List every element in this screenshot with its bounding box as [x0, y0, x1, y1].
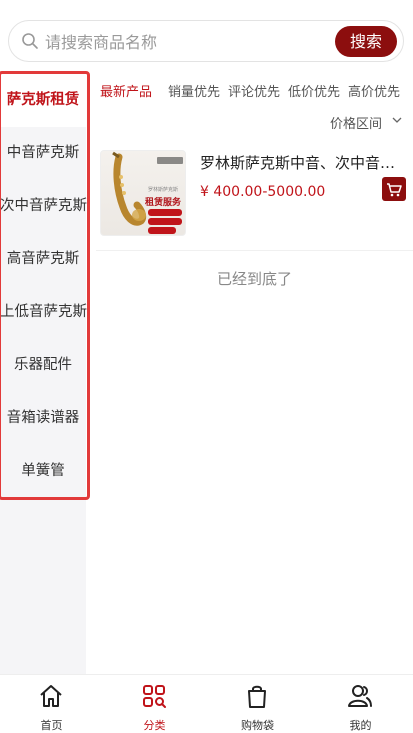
sidebar-item-soprano-sax[interactable]: 高音萨克斯 — [0, 233, 86, 286]
brand-logo — [157, 157, 183, 164]
search-button[interactable]: 搜索 — [335, 26, 397, 57]
image-tag — [148, 218, 182, 225]
sort-tab-newest[interactable]: 最新产品 — [100, 81, 152, 100]
shopping-bag-icon — [248, 685, 266, 708]
sidebar-item-label: 上低音萨克斯 — [0, 304, 87, 320]
search-bar: 搜索 — [8, 20, 404, 62]
profile-icon — [348, 685, 372, 707]
tab-category[interactable]: 分类 — [103, 675, 206, 732]
image-tag — [148, 209, 182, 216]
sidebar-item-alto-sax[interactable]: 中音萨克斯 — [0, 127, 86, 180]
sort-tab-sales[interactable]: 销量优先 — [168, 81, 220, 100]
product-card[interactable]: 罗林斯萨克斯 租赁服务 罗林斯萨克斯中音、次中音、高音萨克斯租赁 ¥ 400.0… — [96, 144, 409, 244]
sidebar-item-accessories[interactable]: 乐器配件 — [0, 339, 86, 392]
tab-label: 购物袋 — [241, 719, 274, 732]
home-icon — [40, 685, 62, 707]
divider — [96, 250, 413, 251]
sidebar-item-label: 乐器配件 — [14, 357, 72, 373]
search-icon — [22, 33, 38, 49]
add-to-cart-button[interactable] — [382, 177, 406, 201]
product-price: ¥ 400.00-5000.00 — [200, 184, 326, 200]
tab-home[interactable]: 首页 — [0, 675, 103, 732]
sort-tab-reviews[interactable]: 评论优先 — [228, 81, 280, 100]
tab-label: 首页 — [40, 719, 63, 732]
tab-shopping-bag[interactable]: 购物袋 — [206, 675, 309, 732]
product-image: 罗林斯萨克斯 租赁服务 — [100, 150, 186, 236]
image-subtext: 罗林斯萨克斯 — [148, 187, 179, 193]
sidebar-item-label: 萨克斯租赁 — [6, 92, 80, 108]
sidebar-item-tenor-sax[interactable]: 次中音萨克斯 — [0, 180, 87, 233]
sidebar-item-label: 单簧管 — [21, 463, 65, 479]
search-input[interactable] — [43, 27, 337, 57]
sidebar-item-baritone-sax[interactable]: 上低音萨克斯 — [0, 286, 87, 339]
bottom-tab-bar: 首页 分类 购物袋 我的 — [0, 674, 413, 732]
chevron-down-icon — [392, 117, 402, 123]
price-range-filter[interactable]: 价格区间 — [330, 113, 382, 132]
sort-tab-high-price[interactable]: 高价优先 — [348, 81, 400, 100]
tab-profile[interactable]: 我的 — [309, 675, 412, 732]
sidebar-item-label: 中音萨克斯 — [6, 145, 80, 161]
list-end-text: 已经到底了 — [216, 270, 292, 288]
sidebar-item-label: 高音萨克斯 — [6, 251, 80, 267]
sidebar-item-speaker-reader[interactable]: 音箱读谱器 — [0, 392, 86, 445]
sidebar-item-sax-rental[interactable]: 萨克斯租赁 — [0, 74, 86, 127]
sidebar-item-label: 音箱读谱器 — [6, 410, 80, 426]
cart-icon — [387, 183, 402, 197]
tab-label: 分类 — [143, 719, 166, 732]
tab-label: 我的 — [349, 719, 372, 732]
image-tag — [148, 227, 176, 234]
sidebar-item-clarinet[interactable]: 单簧管 — [0, 445, 86, 498]
sort-tab-low-price[interactable]: 低价优先 — [288, 81, 340, 100]
image-title: 租赁服务 — [145, 198, 182, 208]
sidebar-item-label: 次中音萨克斯 — [0, 198, 87, 214]
category-icon — [143, 685, 166, 708]
product-title[interactable]: 罗林斯萨克斯中音、次中音、高音萨克斯租赁 — [200, 152, 406, 173]
